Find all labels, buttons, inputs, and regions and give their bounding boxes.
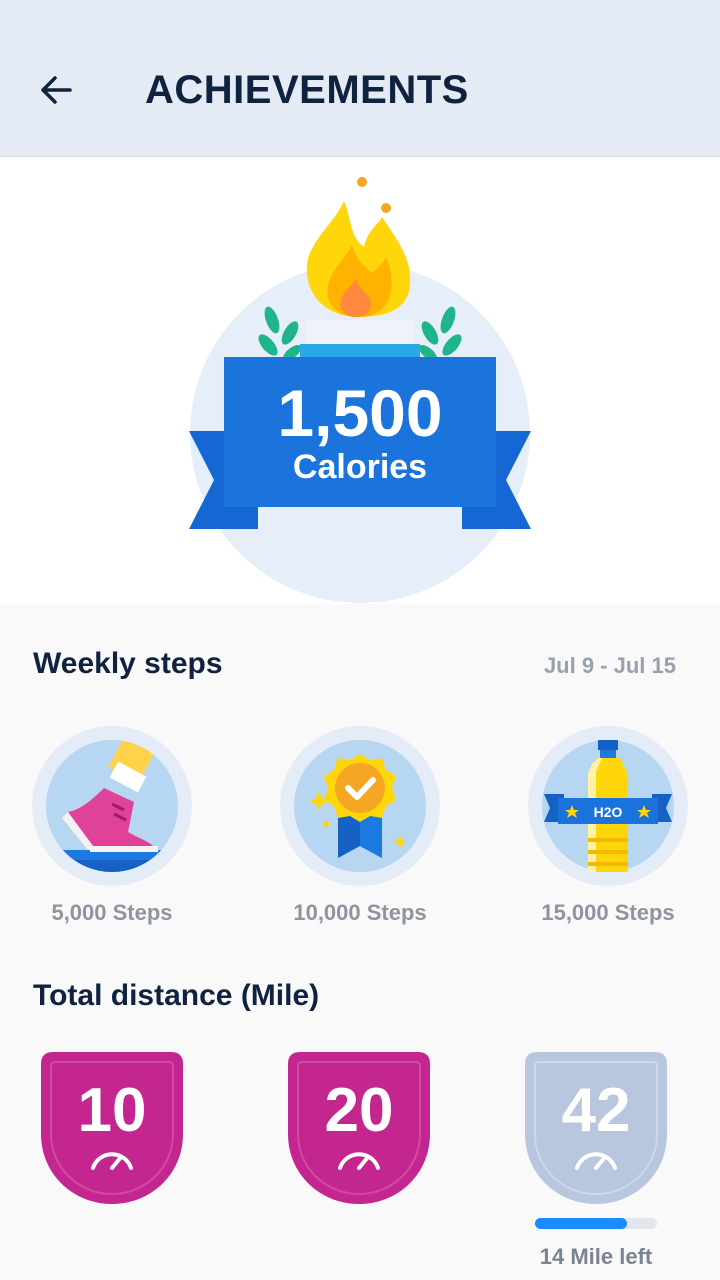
distance-progress-bar	[535, 1218, 657, 1229]
water-bottle-icon: H2O	[528, 726, 688, 886]
badge-10000-steps[interactable]	[280, 726, 440, 886]
total-distance-title: Total distance (Mile)	[33, 979, 320, 1012]
badge-label: 15,000 Steps	[541, 900, 675, 925]
page-title: ACHIEVEMENTS	[145, 68, 469, 112]
calorie-achievement-card: 1,500 Calories	[0, 157, 720, 604]
distance-progress-fill	[535, 1218, 627, 1229]
app-header: ACHIEVEMENTS	[0, 0, 720, 157]
bottle-label: H2O	[594, 804, 623, 820]
medal-check-icon	[280, 726, 440, 886]
distance-remaining-label: 14 Mile left	[539, 1244, 653, 1269]
back-button[interactable]	[30, 64, 82, 116]
distance-value: 42	[561, 1076, 631, 1145]
badge-label: 10,000 Steps	[293, 900, 427, 925]
weekly-steps-title: Weekly steps	[33, 647, 223, 680]
date-range: Jul 9 - Jul 15	[543, 653, 676, 678]
calorie-unit: Calories	[292, 448, 428, 486]
badge-5000-steps[interactable]	[32, 726, 192, 886]
calorie-value: 1,500	[277, 376, 443, 450]
distance-value: 10	[77, 1076, 147, 1145]
badge-15000-steps[interactable]: H2O	[528, 726, 688, 886]
sneaker-icon	[32, 726, 192, 886]
badge-label: 5,000 Steps	[51, 900, 173, 925]
arrow-left-icon	[41, 76, 72, 104]
distance-value: 20	[324, 1076, 394, 1145]
